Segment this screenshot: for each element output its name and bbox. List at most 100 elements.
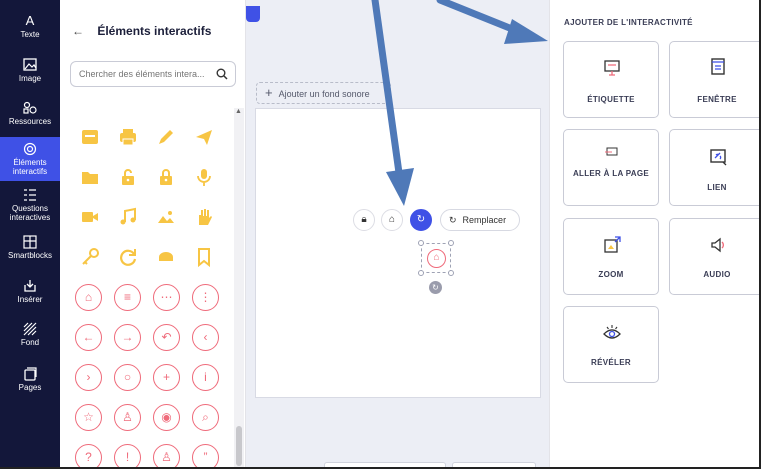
rail-item-image[interactable]: Image — [0, 58, 60, 83]
rail-item-inserer[interactable]: Insérer — [0, 279, 60, 304]
questions-icon — [24, 189, 36, 201]
resources-icon — [23, 101, 37, 114]
rotate-handle-icon[interactable]: ↻ — [429, 281, 442, 294]
card-etiquette[interactable]: ÉTIQUETTE — [563, 41, 659, 118]
eye-circle-icon[interactable]: ◉ — [153, 404, 180, 431]
pages-icon — [24, 367, 37, 381]
landscape-icon[interactable] — [155, 206, 177, 228]
card-label: AUDIO — [703, 270, 731, 279]
more-circle-icon[interactable]: ⋯ — [153, 284, 180, 311]
quote-circle-icon[interactable]: ” — [192, 444, 219, 467]
card-label: LIEN — [707, 183, 727, 192]
rail-item-fond[interactable]: Fond — [0, 322, 60, 347]
rail-item-elements-interactifs[interactable]: Éléments interactifs — [0, 137, 60, 181]
menu-circle-icon[interactable]: ≡ — [114, 284, 141, 311]
search-circle-icon[interactable]: ⌕ — [192, 404, 219, 431]
pin-icon[interactable] — [246, 6, 260, 22]
rail-item-ressources[interactable]: Ressources — [0, 101, 60, 126]
record-circle-icon[interactable]: ○ — [114, 364, 141, 391]
card-aller-a-la-page[interactable]: ALLER À LA PAGE — [563, 129, 659, 206]
info-circle-icon[interactable]: i — [192, 364, 219, 391]
replace-button[interactable]: ↻ Remplacer — [440, 209, 520, 231]
rail-item-smartblocks[interactable]: Smartblocks — [0, 235, 60, 260]
home-circle-icon[interactable]: ⌂ — [75, 284, 102, 311]
lock-icon[interactable] — [155, 166, 177, 188]
user-circle-icon[interactable]: ♙ — [153, 444, 180, 467]
send-icon[interactable] — [193, 126, 215, 148]
rail-item-texte[interactable]: A Texte — [0, 14, 60, 39]
add-sound-button[interactable]: + Ajouter un fond sonore — [256, 82, 391, 104]
pencil-icon[interactable] — [155, 126, 177, 148]
video-icon[interactable] — [79, 206, 101, 228]
smartblocks-icon — [23, 235, 37, 249]
scrollbar-thumb[interactable] — [236, 426, 242, 466]
chevron-left-circle-icon[interactable]: ‹ — [192, 324, 219, 351]
folder-icon[interactable] — [79, 166, 101, 188]
unlock-toolbar-button[interactable]: ⌂ — [381, 209, 403, 231]
question-circle-icon[interactable]: ? — [75, 444, 102, 467]
key-icon[interactable] — [79, 246, 101, 268]
interactivity-toolbar-button[interactable]: ↻ — [410, 209, 432, 231]
microphone-icon[interactable] — [193, 166, 215, 188]
resize-handle[interactable] — [448, 270, 454, 276]
label-icon — [604, 60, 620, 76]
plus-circle-icon[interactable]: + — [153, 364, 180, 391]
back-arrow-icon[interactable]: ← — [72, 24, 84, 38]
card-zoom[interactable]: ZOOM — [563, 218, 659, 295]
zoom-icon — [604, 236, 621, 253]
undo-circle-icon[interactable]: ↶ — [153, 324, 180, 351]
search-icon[interactable] — [216, 68, 228, 80]
chevron-right-circle-icon[interactable]: › — [75, 364, 102, 391]
lock-toolbar-button[interactable]: 🔒︎ — [353, 209, 375, 231]
arrow-right-circle-icon[interactable]: → — [114, 324, 141, 351]
card-label: ZOOM — [598, 270, 624, 279]
rail-item-pages[interactable]: Pages — [0, 367, 60, 392]
card-label: FENÊTRE — [697, 95, 737, 104]
rail-label: Éléments interactifs — [12, 158, 48, 176]
rail-label: Fond — [20, 338, 40, 347]
rail-label: Smartblocks — [7, 251, 52, 260]
calendar-icon[interactable] — [79, 126, 101, 148]
refresh-icon[interactable] — [117, 246, 139, 268]
resize-handle[interactable] — [418, 240, 424, 246]
plus-icon: + — [265, 85, 273, 100]
arrow-left-circle-icon[interactable]: ← — [75, 324, 102, 351]
bookmark-icon[interactable] — [193, 246, 215, 268]
pointer-hand-icon[interactable] — [155, 246, 177, 268]
card-lien[interactable]: LIEN — [669, 129, 759, 206]
rail-label: Ressources — [8, 117, 52, 126]
scroll-up-icon[interactable]: ▲ — [235, 108, 242, 115]
card-fenetre[interactable]: FENÊTRE — [669, 41, 759, 118]
person-circle-icon[interactable]: ♙ — [114, 404, 141, 431]
music-icon[interactable] — [117, 206, 139, 228]
exclamation-circle-icon[interactable]: ! — [114, 444, 141, 467]
card-reveler[interactable]: RÉVÉLER — [563, 306, 659, 383]
interactivity-title: AJOUTER DE L'INTERACTIVITÉ — [564, 18, 693, 27]
search-box — [70, 61, 236, 87]
rail-label: Questions interactives — [9, 204, 51, 222]
card-audio[interactable]: AUDIO — [669, 218, 759, 295]
image-icon — [23, 58, 37, 71]
bottom-control[interactable] — [324, 462, 446, 467]
star-circle-icon[interactable]: ☆ — [75, 404, 102, 431]
printer-icon[interactable] — [117, 126, 139, 148]
search-input[interactable] — [71, 62, 211, 86]
page-canvas[interactable] — [255, 108, 541, 398]
panel-title: Éléments interactifs — [97, 24, 212, 38]
more-vertical-circle-icon[interactable]: ⋮ — [192, 284, 219, 311]
lock-open-icon[interactable] — [117, 166, 139, 188]
rail-label: Insérer — [17, 295, 43, 304]
rail-item-questions[interactable]: Questions interactives — [0, 188, 60, 222]
selected-element[interactable]: ⌂ — [418, 240, 454, 276]
window-icon — [711, 58, 725, 75]
left-rail: A Texte Image Ressources Éléments intera… — [0, 0, 60, 467]
resize-handle[interactable] — [448, 240, 454, 246]
rail-label: Image — [18, 74, 42, 83]
hand-icon[interactable] — [193, 206, 215, 228]
text-icon: A — [25, 13, 35, 28]
insert-icon — [24, 280, 36, 292]
card-label: RÉVÉLER — [591, 358, 631, 367]
bottom-control[interactable] — [452, 462, 536, 467]
panel-scrollbar[interactable]: ▲ — [234, 108, 244, 467]
resize-handle[interactable] — [418, 270, 424, 276]
